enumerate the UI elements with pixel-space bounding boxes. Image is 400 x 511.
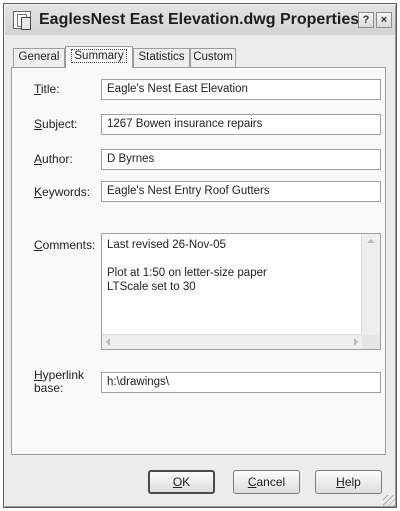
tab-summary[interactable]: Summary xyxy=(65,46,133,68)
title-bar[interactable]: EaglesNest East Elevation.dwg Properties… xyxy=(5,5,395,35)
author-field[interactable]: D Byrnes xyxy=(101,149,381,170)
subject-label: Subject: xyxy=(34,117,78,131)
window-title: EaglesNest East Elevation.dwg Properties xyxy=(39,11,360,28)
title-label: Title: xyxy=(34,82,60,96)
comments-text: Last revised 26-Nov-05 Plot at 1:50 on l… xyxy=(107,239,267,293)
comments-vertical-scrollbar[interactable] xyxy=(361,234,380,349)
keywords-label: Keywords: xyxy=(34,185,91,199)
resize-grip-icon[interactable] xyxy=(383,495,395,507)
subject-field[interactable]: 1267 Bowen insurance repairs xyxy=(101,114,381,135)
hyperlink-base-label: Hyperlink base: xyxy=(34,368,85,395)
tab-general[interactable]: General xyxy=(13,48,65,67)
author-label: Author: xyxy=(34,152,73,166)
comments-horizontal-scrollbar[interactable] xyxy=(102,334,362,349)
help-button[interactable]: Help xyxy=(315,470,382,494)
tab-custom[interactable]: Custom xyxy=(190,48,236,67)
cancel-button[interactable]: Cancel xyxy=(233,470,300,494)
title-field[interactable]: Eagle's Nest East Elevation xyxy=(101,79,381,100)
scroll-up-icon[interactable] xyxy=(367,239,375,243)
ok-button[interactable]: OK xyxy=(148,470,215,494)
help-icon[interactable]: ? xyxy=(358,12,374,28)
comments-textarea[interactable]: Last revised 26-Nov-05 Plot at 1:50 on l… xyxy=(101,233,381,350)
scroll-right-icon[interactable] xyxy=(354,338,358,346)
scroll-left-icon[interactable] xyxy=(106,338,110,346)
comments-label: Comments: xyxy=(34,238,96,252)
tab-statistics[interactable]: Statistics xyxy=(133,48,190,67)
hyperlink-base-field[interactable]: h:\drawings\ xyxy=(101,372,381,393)
scrollbar-corner xyxy=(362,335,380,349)
close-icon[interactable]: × xyxy=(376,12,392,28)
keywords-field[interactable]: Eagle's Nest Entry Roof Gutters xyxy=(101,181,381,202)
drawing-file-icon xyxy=(13,11,31,30)
